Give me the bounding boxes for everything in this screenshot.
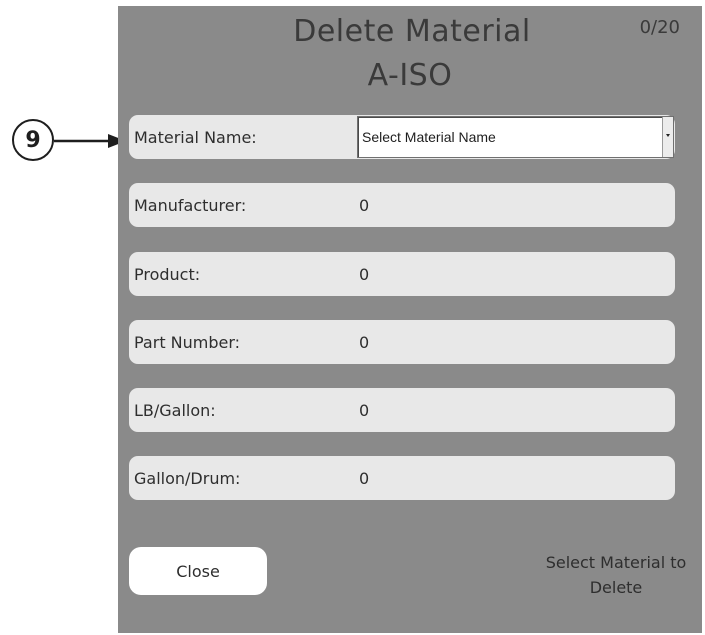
callout-number-badge: 9 bbox=[12, 119, 54, 161]
chevron-down-icon bbox=[666, 134, 670, 137]
delete-material-dialog: Delete Material A-ISO 0/20 Material Name… bbox=[118, 6, 702, 633]
lb-gallon-value: 0 bbox=[359, 400, 370, 420]
callout-number: 9 bbox=[25, 127, 41, 153]
lb-gallon-row: LB/Gallon: 0 bbox=[129, 388, 675, 432]
gallon-drum-value: 0 bbox=[359, 468, 370, 488]
dialog-subtitle: A-ISO bbox=[367, 58, 453, 93]
product-row: Product: 0 bbox=[129, 252, 675, 296]
lb-gallon-label: LB/Gallon: bbox=[134, 400, 216, 420]
dropdown-button[interactable] bbox=[662, 117, 673, 157]
dialog-title: Delete Material bbox=[293, 14, 531, 49]
part-number-row: Part Number: 0 bbox=[129, 320, 675, 364]
part-number-value: 0 bbox=[359, 332, 370, 352]
product-label: Product: bbox=[134, 264, 201, 284]
arrow-right-icon bbox=[54, 134, 126, 148]
material-name-row: Material Name: Select Material Name bbox=[129, 115, 675, 159]
status-line-2: Delete bbox=[589, 578, 643, 597]
material-counter: 0/20 bbox=[639, 17, 680, 38]
material-name-select-value: Select Material Name bbox=[362, 129, 496, 145]
part-number-label: Part Number: bbox=[134, 332, 241, 352]
gallon-drum-label: Gallon/Drum: bbox=[134, 468, 241, 488]
manufacturer-label: Manufacturer: bbox=[134, 195, 247, 215]
product-value: 0 bbox=[359, 264, 370, 284]
close-button[interactable]: Close bbox=[129, 547, 267, 595]
gallon-drum-row: Gallon/Drum: 0 bbox=[129, 456, 675, 500]
status-message: Select Material to Delete bbox=[516, 550, 705, 600]
material-name-label: Material Name: bbox=[134, 127, 257, 147]
manufacturer-value: 0 bbox=[359, 195, 370, 215]
status-line-1: Select Material to bbox=[545, 553, 687, 572]
manufacturer-row: Manufacturer: 0 bbox=[129, 183, 675, 227]
material-name-select[interactable]: Select Material Name bbox=[357, 116, 674, 158]
